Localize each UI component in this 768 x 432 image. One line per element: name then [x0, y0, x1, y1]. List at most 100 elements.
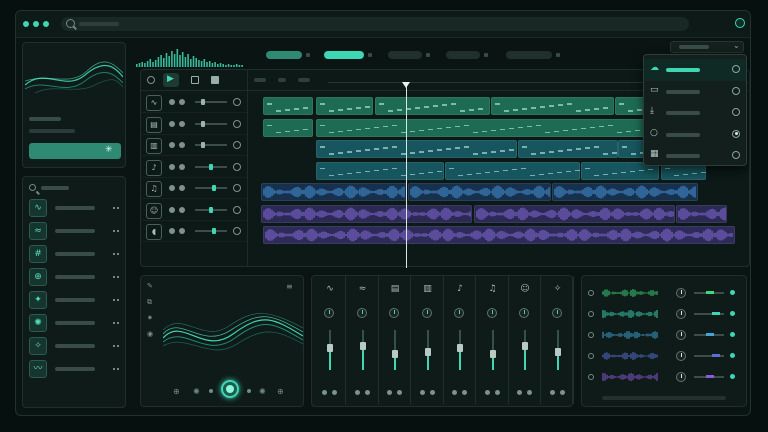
fx-active-dot[interactable]	[730, 311, 735, 316]
dropdown-item[interactable]: ○	[644, 124, 746, 146]
spark-icon[interactable]: ✧	[551, 282, 565, 296]
track-header[interactable]: ♪	[141, 157, 247, 178]
radio-button[interactable]	[732, 108, 740, 116]
clip[interactable]	[374, 97, 490, 115]
track-header[interactable]: ☺	[141, 200, 247, 221]
clip[interactable]	[675, 204, 728, 223]
track-options-icon[interactable]	[233, 141, 241, 149]
library-item[interactable]: ✦	[29, 291, 123, 309]
fx-active-dot[interactable]	[730, 353, 735, 358]
volume-slider-thumb[interactable]	[200, 142, 205, 148]
target-icon[interactable]: ⊕	[173, 387, 180, 396]
radio-button[interactable]	[732, 129, 740, 138]
fx-enable-toggle[interactable]	[588, 374, 594, 380]
main-visualizer-button[interactable]	[221, 380, 239, 398]
solo-toggle[interactable]	[179, 142, 185, 148]
solo-button[interactable]	[332, 390, 337, 395]
fx-enable-toggle[interactable]	[588, 353, 594, 359]
fx-row[interactable]	[588, 370, 740, 386]
mute-toggle[interactable]	[169, 206, 175, 213]
mute-button[interactable]	[387, 390, 392, 395]
track-header[interactable]: ♫	[141, 178, 247, 199]
solo-toggle[interactable]	[179, 206, 185, 213]
track-options-icon[interactable]	[233, 184, 241, 192]
solo-button[interactable]	[494, 390, 500, 395]
toolbar-pill-3[interactable]	[446, 51, 480, 59]
track-options-icon[interactable]	[233, 162, 241, 171]
solo-button[interactable]	[429, 390, 435, 395]
toolbar-pill-active[interactable]	[324, 51, 364, 59]
guitar-icon[interactable]: ♪	[146, 159, 162, 176]
library-search[interactable]	[29, 183, 119, 193]
playhead[interactable]	[406, 84, 407, 268]
pan-knob[interactable]	[519, 308, 529, 318]
solo-toggle[interactable]	[179, 99, 185, 105]
dropdown-item[interactable]: ▭	[644, 81, 746, 103]
radio-button[interactable]	[732, 151, 740, 159]
fader-handle[interactable]	[392, 350, 398, 358]
clip[interactable]	[263, 97, 314, 115]
mute-toggle[interactable]	[169, 99, 175, 105]
clip[interactable]	[315, 161, 444, 180]
clip[interactable]	[473, 204, 675, 223]
volume-slider-thumb[interactable]	[209, 163, 213, 170]
view-select[interactable]: ⌄	[670, 41, 744, 53]
layers-icon[interactable]: ⧉	[147, 298, 152, 307]
toolbar-pill-2[interactable]	[388, 51, 422, 59]
fx-row[interactable]	[588, 286, 740, 302]
fader-handle[interactable]	[359, 342, 366, 350]
group-icon[interactable]: ☺	[146, 202, 162, 219]
library-item[interactable]: #	[29, 245, 123, 263]
fx-knob[interactable]	[676, 288, 686, 298]
mute-button[interactable]	[517, 390, 522, 395]
fx-enable-toggle[interactable]	[588, 290, 594, 296]
fx-row[interactable]	[588, 349, 740, 365]
mute-button[interactable]	[452, 390, 457, 395]
clip[interactable]	[315, 97, 374, 115]
volume-slider-thumb[interactable]	[211, 228, 216, 234]
volume-slider-thumb[interactable]	[200, 99, 205, 105]
clip[interactable]	[315, 140, 517, 158]
pan-knob[interactable]	[454, 308, 464, 318]
fader-handle[interactable]	[522, 342, 528, 350]
pan-knob[interactable]	[324, 308, 334, 318]
clip[interactable]	[263, 226, 735, 244]
more-icon[interactable]	[113, 276, 119, 280]
more-icon[interactable]	[113, 230, 119, 234]
solo-button[interactable]	[559, 390, 565, 395]
solo-toggle[interactable]	[179, 120, 185, 127]
more-icon[interactable]	[113, 207, 119, 211]
track-options-icon[interactable]	[233, 227, 241, 235]
solo-button[interactable]	[462, 390, 467, 395]
fx-knob[interactable]	[676, 309, 686, 319]
library-item[interactable]: ✧	[29, 337, 123, 355]
minimize-dot[interactable]	[33, 21, 39, 27]
fx-row[interactable]	[588, 307, 740, 323]
radio-button[interactable]	[732, 86, 740, 95]
solo-toggle[interactable]	[179, 228, 185, 234]
pan-knob[interactable]	[421, 308, 432, 318]
fx-active-dot[interactable]	[730, 290, 735, 295]
track-options-icon[interactable]	[233, 205, 241, 214]
settings-icon[interactable]: ✷	[147, 314, 153, 322]
sun-icon[interactable]: ✺	[193, 387, 200, 396]
status-indicator-icon[interactable]	[735, 18, 745, 28]
pan-knob[interactable]	[356, 308, 367, 318]
fader-handle[interactable]	[327, 344, 333, 352]
mute-toggle[interactable]	[169, 120, 175, 127]
mute-toggle[interactable]	[169, 163, 175, 170]
fader-handle[interactable]	[424, 348, 431, 356]
solo-button[interactable]	[527, 390, 532, 395]
more-icon[interactable]	[113, 345, 119, 349]
dot-icon[interactable]	[209, 389, 213, 393]
pan-knob[interactable]	[389, 308, 399, 318]
clip[interactable]	[491, 97, 615, 115]
track-options-icon[interactable]	[233, 119, 241, 128]
solo-toggle[interactable]	[179, 163, 185, 170]
search-bar[interactable]	[61, 17, 689, 31]
volume-slider-thumb[interactable]	[200, 120, 205, 127]
library-item[interactable]: ∿	[29, 199, 123, 217]
fx-enable-toggle[interactable]	[588, 311, 594, 317]
wave-icon[interactable]: ≈	[356, 282, 370, 296]
close-dot[interactable]	[23, 21, 29, 27]
